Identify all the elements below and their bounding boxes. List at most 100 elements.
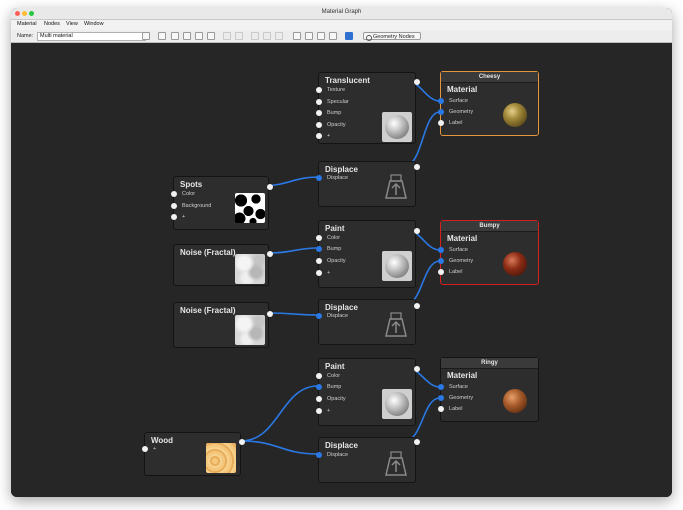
node-displace-1[interactable]: Displace Displace [316, 161, 420, 207]
output-dot[interactable] [414, 164, 420, 170]
port-dot[interactable] [171, 214, 177, 220]
node-title: Noise (Fractal) [180, 306, 236, 315]
displace-icon [385, 451, 407, 476]
output-dot[interactable] [414, 79, 420, 85]
port-bump: Bump [327, 110, 342, 116]
output-dot[interactable] [414, 228, 420, 234]
port-bump: Bump [327, 384, 342, 390]
port-dot[interactable] [438, 247, 444, 253]
node-header: Cheesy [441, 72, 538, 83]
node-paint-2[interactable]: Paint Color Bump Opacity + [316, 358, 420, 426]
port-color: Color [182, 191, 196, 197]
fit-icon[interactable] [329, 32, 337, 40]
port-dot[interactable] [316, 373, 322, 379]
clock-icon[interactable] [183, 32, 191, 40]
output-dot[interactable] [267, 184, 273, 190]
frame-icon[interactable] [317, 32, 325, 40]
port-dot[interactable] [438, 384, 444, 390]
menu-window[interactable]: Window [84, 21, 104, 27]
node-title: Displace [325, 303, 358, 312]
geometry-nodes-button[interactable]: Geometry Nodes [363, 32, 421, 41]
align-center-icon[interactable] [263, 32, 271, 40]
port-dot[interactable] [438, 98, 444, 104]
port-dot[interactable] [316, 99, 322, 105]
port-dot[interactable] [316, 235, 322, 241]
save-icon[interactable] [142, 32, 150, 40]
port-dot[interactable] [316, 270, 322, 276]
node-title: Displace [325, 165, 358, 174]
connect-icon[interactable] [345, 32, 353, 40]
port-displace: Displace [327, 313, 349, 319]
material-preview [503, 103, 527, 127]
align-right-icon[interactable] [275, 32, 283, 40]
output-dot[interactable] [414, 303, 420, 309]
port-dot[interactable] [316, 313, 322, 319]
output-dot[interactable] [239, 439, 245, 445]
port-dot[interactable] [438, 109, 444, 115]
lock-icon[interactable] [207, 32, 215, 40]
port-geometry: Geometry [449, 109, 474, 115]
port-dot[interactable] [142, 446, 148, 452]
port-dot[interactable] [316, 258, 322, 264]
port-dot[interactable] [171, 191, 177, 197]
layout-icon[interactable] [293, 32, 301, 40]
port-dot[interactable] [316, 87, 322, 93]
material-name-field[interactable]: Multi material [37, 32, 146, 41]
node-title: Displace [325, 441, 358, 450]
output-dot[interactable] [267, 251, 273, 257]
port-dot[interactable] [171, 203, 177, 209]
port-dot[interactable] [438, 406, 444, 412]
menu-nodes[interactable]: Nodes [44, 21, 60, 27]
port-dot[interactable] [438, 395, 444, 401]
node-wood[interactable]: Wood + [142, 432, 245, 476]
menu-material[interactable]: Material [17, 21, 37, 27]
port-dot[interactable] [316, 408, 322, 414]
node-material-ringy[interactable]: Ringy Material Surface Geometry Label [438, 357, 539, 422]
port-dot[interactable] [316, 452, 322, 458]
node-spots[interactable]: Spots Color Background + [171, 176, 273, 230]
node-noise-fractal-2[interactable]: Noise (Fractal) [173, 302, 273, 348]
gradient-icon[interactable] [171, 32, 179, 40]
menu-view[interactable]: View [66, 21, 78, 27]
port-dot[interactable] [438, 269, 444, 275]
copy-icon[interactable] [223, 32, 231, 40]
node-translucent[interactable]: Translucent Texture Specular Bump Opacit… [316, 72, 420, 144]
window-title: Material Graph [321, 9, 362, 15]
toolbar: Name: Multi material Geometry Nodes [11, 30, 672, 43]
port-dot[interactable] [316, 396, 322, 402]
wire-noise-bump [268, 247, 319, 254]
port-dot[interactable] [316, 246, 322, 252]
preview-sphere [385, 392, 409, 416]
noise-preview [235, 315, 265, 345]
port-dot[interactable] [316, 133, 322, 139]
displace-icon [385, 174, 407, 199]
port-dot[interactable] [316, 384, 322, 390]
material-preview [503, 389, 527, 413]
collapse-icon[interactable] [305, 32, 313, 40]
node-material-bumpy[interactable]: Bumpy Material Surface Geometry Label [438, 220, 539, 285]
output-dot[interactable] [267, 311, 273, 317]
preview-sphere [385, 254, 409, 278]
node-noise-fractal-1[interactable]: Noise (Fractal) [173, 244, 273, 286]
node-title: Paint [325, 224, 345, 233]
material-preview [503, 252, 527, 276]
port-dot[interactable] [316, 122, 322, 128]
node-paint-1[interactable]: Paint Color Bump Opacity + [316, 220, 420, 288]
displace-icon [385, 312, 407, 337]
port-dot[interactable] [438, 258, 444, 264]
output-dot[interactable] [414, 439, 420, 445]
paste-icon[interactable] [235, 32, 243, 40]
port-dot[interactable] [438, 120, 444, 126]
align-left-icon[interactable] [251, 32, 259, 40]
port-dot[interactable] [316, 175, 322, 181]
output-dot[interactable] [414, 366, 420, 372]
node-icon[interactable] [158, 32, 166, 40]
port-dot[interactable] [316, 110, 322, 116]
graph-canvas[interactable]: Translucent Texture Specular Bump Opacit… [11, 43, 672, 497]
node-material-cheesy[interactable]: Cheesy Material Surface Geometry Label [438, 71, 539, 136]
node-displace-3[interactable]: Displace Displace [316, 437, 420, 483]
translucent-preview [382, 112, 412, 142]
node-displace-2[interactable]: Displace Displace [316, 299, 420, 345]
sliders-icon[interactable] [195, 32, 203, 40]
port-label: Label [449, 406, 463, 412]
